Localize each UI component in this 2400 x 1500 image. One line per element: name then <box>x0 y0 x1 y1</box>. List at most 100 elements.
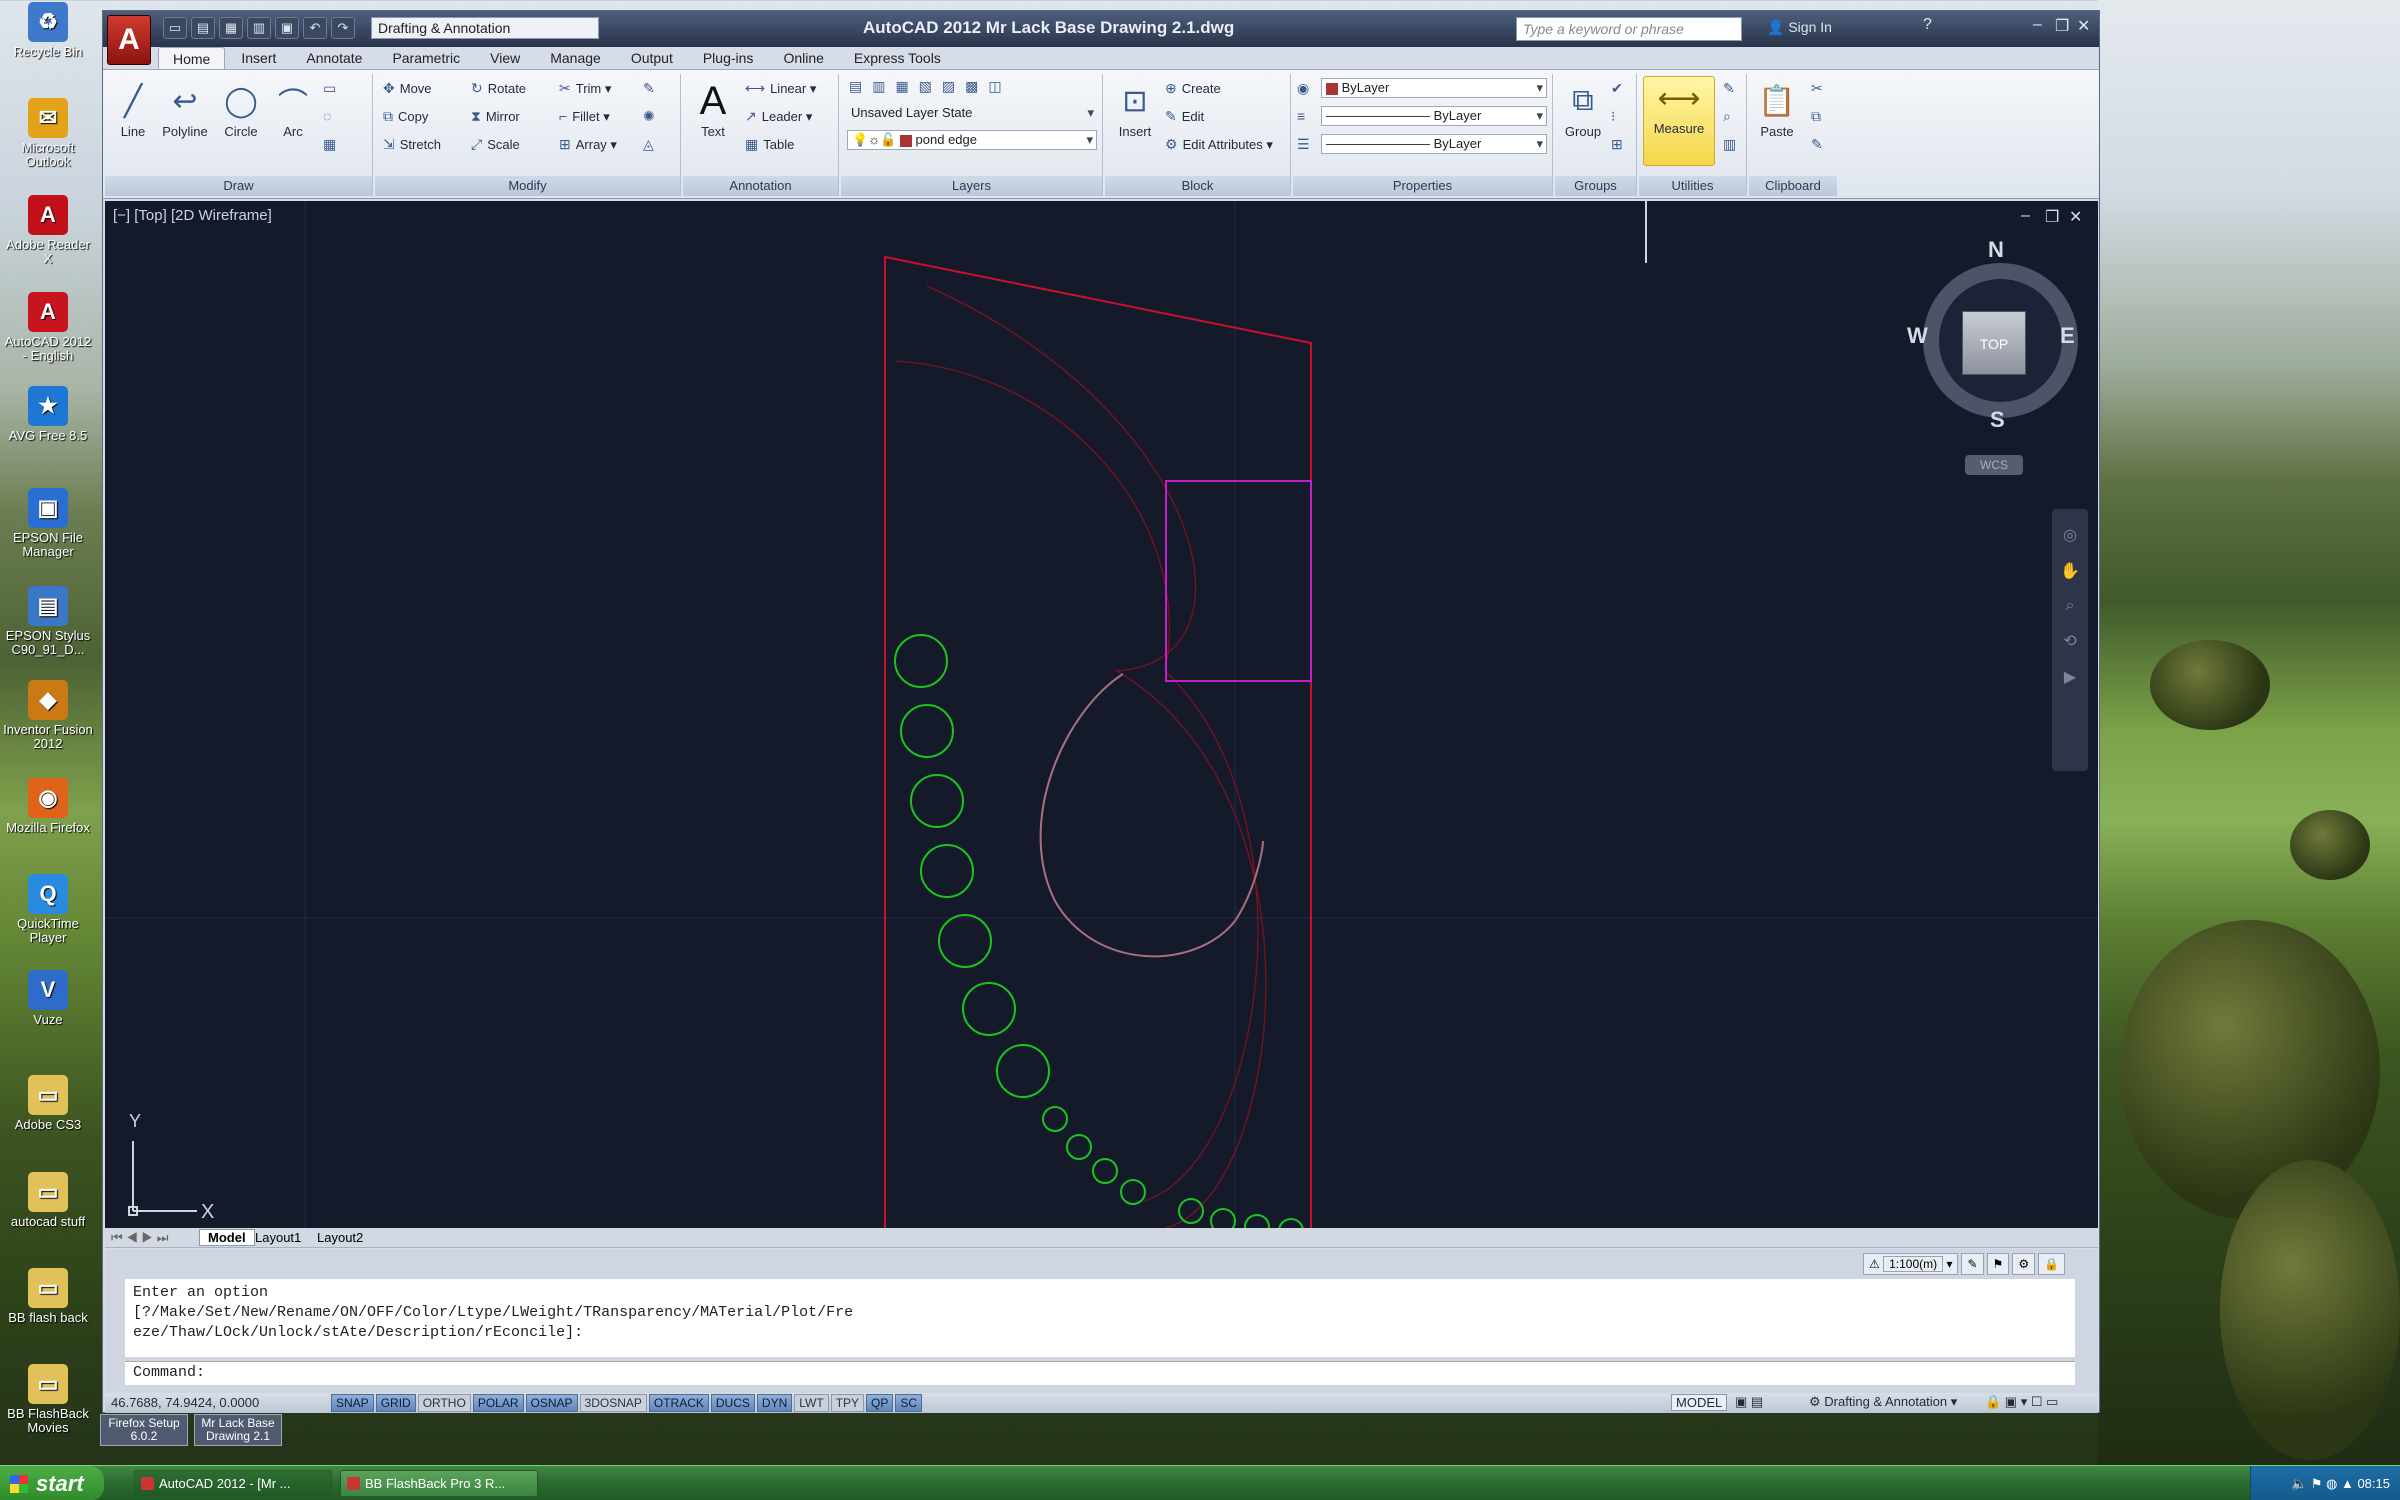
toggle-grid[interactable]: GRID <box>375 1394 416 1412</box>
tree-circle[interactable] <box>1042 1106 1068 1132</box>
tab-online[interactable]: Online <box>769 47 837 69</box>
tree-circle[interactable] <box>962 982 1016 1036</box>
garden-path-inner[interactable] <box>894 360 1259 1202</box>
linear-dimension-button[interactable]: ⟷ Linear ▾ <box>745 78 816 98</box>
toggle-otrack[interactable]: OTRACK <box>648 1394 709 1412</box>
zoom-icon[interactable]: ⌕ <box>2052 597 2088 615</box>
tree-circle[interactable] <box>1210 1208 1236 1228</box>
help-search-input[interactable]: Type a keyword or phrase <box>1516 17 1742 41</box>
orbit-icon[interactable]: ⟲ <box>2052 631 2088 651</box>
save-icon[interactable]: ▦ <box>219 17 243 39</box>
lock-icon[interactable]: 🔒 <box>2038 1253 2066 1275</box>
compass-west[interactable]: W <box>1907 323 1928 349</box>
modify-panel-title[interactable]: Modify <box>375 176 680 196</box>
wcs-menu[interactable]: WCS <box>1965 455 2023 475</box>
toggle-sc[interactable]: SC <box>895 1394 923 1412</box>
layer-dropdown[interactable]: 💡☼🔓 pond edge <box>847 130 1097 150</box>
line-button[interactable]: ╱ Line <box>105 80 161 140</box>
region-icon[interactable]: ▦ <box>323 134 341 154</box>
groups-panel-title[interactable]: Groups <box>1555 176 1636 196</box>
shed-rectangle[interactable] <box>1165 480 1312 682</box>
measure-button[interactable]: ⟷ Measure <box>1643 76 1715 166</box>
toggle-ortho[interactable]: ORTHO <box>417 1394 471 1412</box>
layer-state-dropdown[interactable]: Unsaved Layer State <box>847 104 1097 124</box>
tab-annotate[interactable]: Annotate <box>292 47 376 69</box>
layout-nav-icon[interactable]: ⏮ ◀ ▶ ⏭ <box>111 1230 168 1246</box>
desktop-icon[interactable]: A Adobe Reader X <box>2 195 94 266</box>
tree-circle[interactable] <box>1178 1198 1204 1224</box>
tab-layout1[interactable]: Layout1 <box>255 1230 301 1245</box>
mirror-button[interactable]: ⧗ Mirror <box>471 106 520 126</box>
toggle-lwt[interactable]: LWT <box>794 1394 829 1412</box>
tree-circle[interactable] <box>938 914 992 968</box>
desktop-icon[interactable]: V Vuze <box>2 970 94 1027</box>
garden-path-outer[interactable] <box>926 285 1267 1228</box>
group-select-icon[interactable]: ⊞ <box>1611 134 1628 154</box>
utilities-panel-title[interactable]: Utilities <box>1639 176 1746 196</box>
layer-properties-icon[interactable]: ▤▥▦▧▨▩◫ <box>849 78 1012 94</box>
tree-circle[interactable] <box>996 1044 1050 1098</box>
tab-insert[interactable]: Insert <box>227 47 290 69</box>
fillet-button[interactable]: ⌐ Fillet ▾ <box>559 106 610 126</box>
compass-east[interactable]: E <box>2060 323 2075 349</box>
leader-button[interactable]: ↗ Leader ▾ <box>745 106 812 126</box>
tab-layout2[interactable]: Layout2 <box>317 1230 363 1245</box>
linetype-dropdown[interactable]: ———————— ByLayer <box>1321 106 1547 126</box>
tree-circle[interactable] <box>910 774 964 828</box>
toggle-dyn[interactable]: DYN <box>756 1394 793 1412</box>
tree-circle[interactable] <box>1278 1218 1304 1228</box>
clipboard-panel-title[interactable]: Clipboard <box>1749 176 1837 196</box>
workspace-switch-button[interactable]: ⚙ Drafting & Annotation ▾ <box>1809 1394 1957 1410</box>
desktop-icon[interactable]: ▭ Adobe CS3 <box>2 1075 94 1132</box>
desktop-icon[interactable]: ▣ EPSON File Manager <box>2 488 94 559</box>
viewcube-top-face[interactable]: TOP <box>1962 311 2026 375</box>
open-icon[interactable]: ▤ <box>191 17 215 39</box>
scale-button[interactable]: ⤢ Scale <box>471 134 520 154</box>
copy-button[interactable]: ⧉ Copy <box>383 106 428 126</box>
paste-button[interactable]: 📋 Paste <box>1749 80 1805 140</box>
desktop-icon[interactable]: ◆ Inventor Fusion 2012 <box>2 680 94 751</box>
workspace-dropdown[interactable]: Drafting & Annotation <box>371 17 599 39</box>
auto-scale-icon[interactable]: ⚑ <box>1986 1253 2010 1275</box>
tree-circle[interactable] <box>1120 1179 1146 1205</box>
properties-panel-title[interactable]: Properties <box>1293 176 1552 196</box>
toggle-snap[interactable]: SNAP <box>331 1394 374 1412</box>
tree-circle[interactable] <box>920 844 974 898</box>
offset-icon[interactable]: ◬ <box>643 134 659 154</box>
annotation-panel-title[interactable]: Annotation <box>683 176 838 196</box>
tab-output[interactable]: Output <box>617 47 687 69</box>
group-edit-icon[interactable]: ⁝ <box>1611 106 1620 126</box>
find-icon[interactable]: ⌕ <box>1723 106 1736 126</box>
toggle-polar[interactable]: POLAR <box>472 1394 524 1412</box>
stretch-button[interactable]: ⇲ Stretch <box>383 134 441 154</box>
explode-icon[interactable]: ✺ <box>643 106 660 126</box>
desktop-icon[interactable]: ♻ Recycle Bin <box>2 2 94 59</box>
toggle-tpy[interactable]: TPY <box>830 1394 865 1412</box>
linetype-icon[interactable]: ≡ <box>1297 106 1310 126</box>
tree-circle[interactable] <box>1244 1214 1270 1228</box>
block-panel-title[interactable]: Block <box>1105 176 1290 196</box>
start-button[interactable]: start <box>0 1466 104 1500</box>
pond-edge[interactable] <box>1039 673 1264 958</box>
application-menu-button[interactable]: A <box>107 15 151 65</box>
desktop-shortcut[interactable]: Mr Lack Base Drawing 2.1 <box>194 1414 282 1446</box>
tab-view[interactable]: View <box>476 47 534 69</box>
tab-parametric[interactable]: Parametric <box>378 47 474 69</box>
tree-circle[interactable] <box>1066 1134 1092 1160</box>
save-as-icon[interactable]: ▥ <box>247 17 271 39</box>
match-icon[interactable]: ✎ <box>1811 134 1828 154</box>
annotation-visibility-icon[interactable]: ✎ <box>1961 1253 1984 1275</box>
text-button[interactable]: A Text <box>685 79 741 140</box>
desktop-icon[interactable]: A AutoCAD 2012 - English <box>2 292 94 363</box>
toggle-qp[interactable]: QP <box>866 1394 894 1412</box>
compass-north[interactable]: N <box>1988 237 2004 263</box>
viewport-controls[interactable]: [−] [Top] [2D Wireframe] <box>113 207 272 224</box>
close-icon[interactable]: ✕ <box>2077 16 2090 36</box>
taskbar-autocad[interactable]: AutoCAD 2012 - [Mr ... <box>134 1470 332 1497</box>
draw-panel-title[interactable]: Draw <box>105 176 372 196</box>
edit-attributes-button[interactable]: ⚙ Edit Attributes ▾ <box>1165 134 1273 154</box>
viewport-close-icon[interactable]: ✕ <box>2069 207 2082 227</box>
group-button[interactable]: ⧉ Group <box>1555 80 1611 139</box>
compass-south[interactable]: S <box>1990 407 2005 433</box>
viewport-restore-icon[interactable]: ❐ <box>2045 207 2059 227</box>
